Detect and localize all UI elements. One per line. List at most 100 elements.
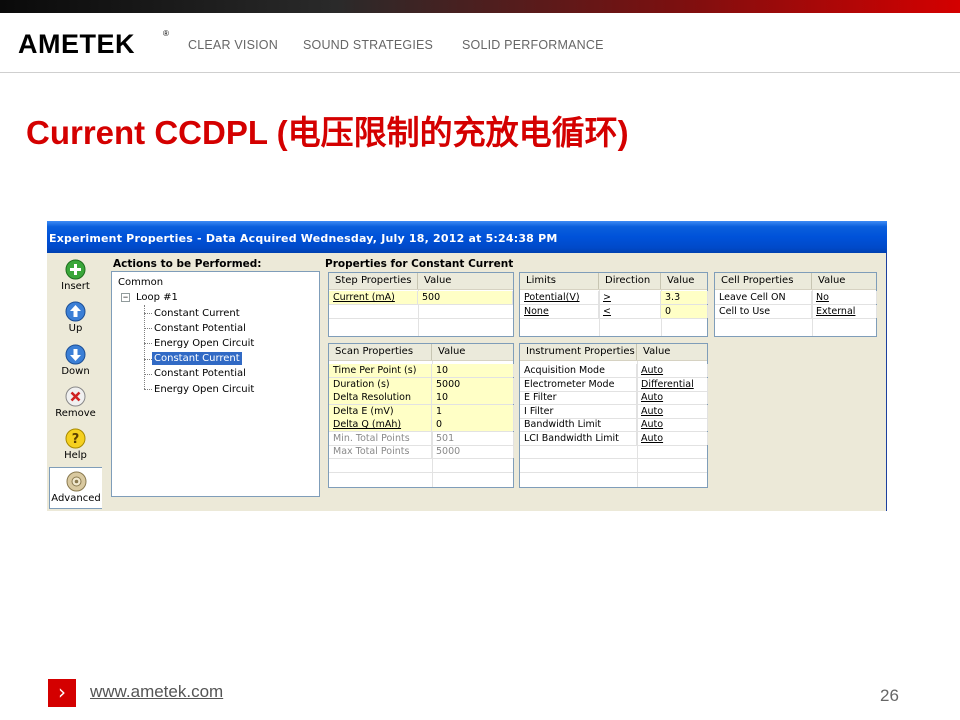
table-row[interactable]: Cell to Use External [715, 305, 877, 319]
table-row[interactable]: Bandwidth Limit Auto [520, 418, 708, 432]
window-titlebar[interactable]: Experiment Properties - Data Acquired We… [47, 221, 887, 253]
scan-property-name: Max Total Points [329, 445, 432, 458]
column-header[interactable]: Instrument Properties [520, 344, 637, 360]
website-link[interactable]: www.ametek.com [90, 682, 223, 702]
tree-item-step[interactable]: Energy Open Circuit [152, 337, 256, 350]
table-row[interactable]: Acquisition Mode Auto [520, 364, 708, 378]
up-label: Up [68, 323, 83, 334]
footer-arrow-icon[interactable]: › [48, 679, 76, 707]
column-header[interactable]: Scan Properties [329, 344, 432, 360]
step-properties-grid[interactable]: Step Properties Value Current (mA) 500 [328, 272, 514, 337]
scan-property-name[interactable]: Delta Q (mAh) [329, 418, 432, 431]
column-header[interactable]: Limits [520, 273, 599, 289]
scan-properties-grid[interactable]: Scan Properties Value Time Per Point (s)… [328, 343, 514, 488]
column-header[interactable]: Value [418, 273, 514, 289]
instrument-property-value[interactable]: Auto [637, 364, 708, 377]
instrument-property-value[interactable]: Auto [637, 432, 708, 445]
tree-item-step[interactable]: Energy Open Circuit [152, 383, 256, 396]
limit-name[interactable]: None [520, 305, 599, 318]
tree-branch [144, 374, 152, 375]
table-row[interactable]: Time Per Point (s) 10 [329, 364, 514, 378]
tree-branch [144, 313, 152, 314]
table-row[interactable]: I Filter Auto [520, 405, 708, 419]
column-header[interactable]: Direction [599, 273, 661, 289]
arrow-down-icon [65, 344, 86, 365]
scan-property-value[interactable]: 0 [432, 418, 514, 431]
advanced-button[interactable]: Advanced [49, 467, 102, 509]
instrument-property-name: Electrometer Mode [520, 378, 637, 391]
tree-branch [144, 359, 152, 360]
limit-value[interactable]: 0 [661, 305, 708, 318]
table-row[interactable]: Electrometer Mode Differential [520, 378, 708, 392]
tagline-sound-strategies: SOUND STRATEGIES [303, 38, 434, 52]
registered-mark: ® [163, 29, 169, 38]
svg-text:?: ? [72, 432, 80, 447]
down-label: Down [61, 366, 90, 377]
instrument-properties-grid[interactable]: Instrument Properties Value Acquisition … [519, 343, 708, 488]
remove-button[interactable]: Remove [49, 383, 102, 423]
scan-property-value[interactable]: 5000 [432, 378, 514, 391]
instrument-property-value[interactable]: Auto [637, 391, 708, 404]
table-row[interactable]: Delta Q (mAh) 0 [329, 418, 514, 432]
down-button[interactable]: Down [49, 341, 102, 381]
table-row[interactable]: LCI Bandwidth Limit Auto [520, 432, 708, 446]
scan-property-value[interactable]: 1 [432, 405, 514, 418]
grid-header: Scan Properties Value [329, 344, 513, 361]
limits-grid[interactable]: Limits Direction Value Potential(V) > 3.… [519, 272, 708, 337]
table-row[interactable]: Potential(V) > 3.3 [520, 291, 708, 305]
window-title: Experiment Properties - Data Acquired We… [49, 232, 558, 245]
advanced-icon [66, 471, 87, 492]
up-button[interactable]: Up [49, 298, 102, 338]
table-row[interactable]: Leave Cell ON No [715, 291, 877, 305]
cell-properties-grid[interactable]: Cell Properties Value Leave Cell ON No C… [714, 272, 877, 337]
scan-property-value[interactable]: 10 [432, 364, 514, 377]
tree-item-step[interactable]: Constant Potential [152, 367, 248, 380]
limit-direction[interactable]: < [599, 305, 661, 318]
cell-property-value[interactable]: No [812, 291, 877, 304]
column-header[interactable]: Cell Properties [715, 273, 812, 289]
tagline-clear-vision: CLEAR VISION [188, 38, 278, 52]
property-name[interactable]: Current (mA) [329, 291, 418, 304]
table-row[interactable]: E Filter Auto [520, 391, 708, 405]
tree-item-step[interactable]: Constant Potential [152, 322, 248, 335]
table-row-empty [520, 445, 707, 459]
cell-property-value[interactable]: External [812, 305, 877, 318]
instrument-property-value[interactable]: Auto [637, 405, 708, 418]
scan-property-value: 5000 [432, 445, 514, 458]
column-header[interactable]: Value [812, 273, 877, 289]
actions-tree[interactable]: Common − Loop #1 Constant Current Consta… [111, 271, 320, 497]
column-header[interactable]: Step Properties [329, 273, 418, 289]
remove-icon [65, 386, 86, 407]
grid-header: Limits Direction Value [520, 273, 707, 290]
scan-property-name: Min. Total Points [329, 432, 432, 445]
table-row[interactable]: None < 0 [520, 305, 708, 319]
property-value[interactable]: 500 [418, 291, 513, 304]
loop-expander-icon[interactable]: − [121, 293, 130, 302]
table-row-empty [329, 459, 513, 473]
tree-item-common[interactable]: Common [116, 276, 165, 289]
tree-item-step-selected[interactable]: Constant Current [152, 352, 242, 365]
table-row[interactable]: Duration (s) 5000 [329, 378, 514, 392]
limit-direction[interactable]: > [599, 291, 661, 304]
insert-button[interactable]: Insert [49, 256, 102, 296]
tree-item-loop[interactable]: Loop #1 [134, 291, 180, 304]
column-header[interactable]: Value [432, 344, 514, 360]
table-row[interactable]: Delta E (mV) 1 [329, 405, 514, 419]
scan-property-value[interactable]: 10 [432, 391, 514, 404]
limit-name[interactable]: Potential(V) [520, 291, 599, 304]
help-button[interactable]: ? Help [49, 425, 102, 465]
instrument-property-name: I Filter [520, 405, 637, 418]
tree-item-step[interactable]: Constant Current [152, 307, 242, 320]
instrument-property-name: E Filter [520, 391, 637, 404]
column-header[interactable]: Value [637, 344, 708, 360]
table-row[interactable]: Current (mA) 500 [329, 291, 513, 305]
table-row[interactable]: Delta Resolution 10 [329, 391, 514, 405]
instrument-property-value[interactable]: Differential [637, 378, 708, 391]
plus-icon [65, 259, 86, 280]
instrument-property-value[interactable]: Auto [637, 418, 708, 431]
column-header[interactable]: Value [661, 273, 708, 289]
remove-label: Remove [55, 408, 96, 419]
action-toolbar: Insert Up Down Remove ? Help Advanced [49, 256, 104, 509]
actions-title: Actions to be Performed: [113, 258, 262, 270]
limit-value[interactable]: 3.3 [661, 291, 708, 304]
